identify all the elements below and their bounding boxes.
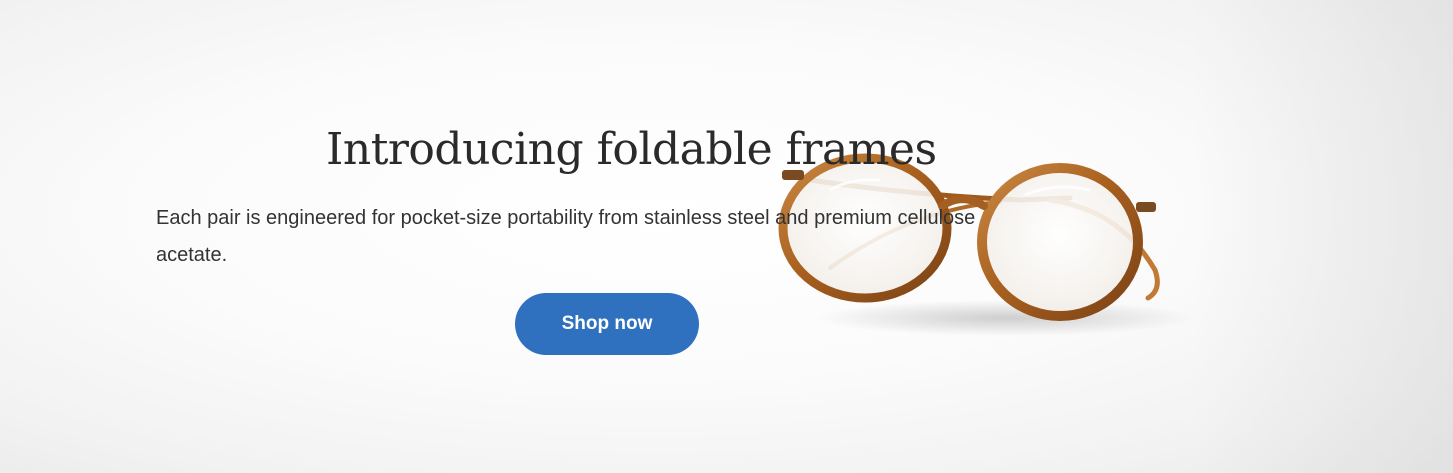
shop-now-button[interactable]: Shop now [515,293,699,355]
hero-banner: Introducing foldable frames Each pair is… [0,0,1453,473]
hero-description: Each pair is engineered for pocket-size … [156,207,976,266]
background-shade [1193,0,1453,473]
hero-headline: Introducing foldable frames [326,124,937,175]
